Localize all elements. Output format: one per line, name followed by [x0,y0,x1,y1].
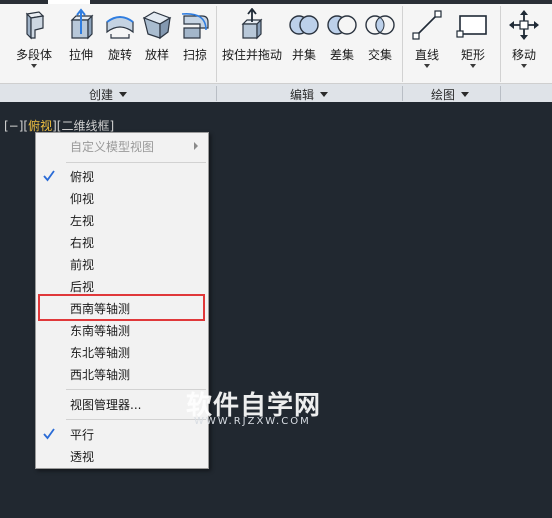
presspull-icon [241,8,263,40]
menu-item-right[interactable]: 右视 [36,231,208,253]
revolve-label: 旋转 [107,48,132,62]
polysolid-button[interactable]: 多段体 [12,8,56,78]
ribbon-tab-strip [0,0,552,4]
watermark-url: WWW.RJZXW.COM [194,416,311,427]
extrude-label: 拉伸 [68,48,93,62]
panel-separator [500,86,501,101]
panel-draw-title[interactable]: 绘图 [431,86,470,103]
polysolid-label: 多段体 [15,48,52,62]
intersect-icon [365,15,395,35]
rectangle-icon [456,15,487,38]
sweep-button[interactable]: 扫掠 [178,8,212,78]
line-icon [412,10,442,40]
menu-separator [66,419,206,420]
panel-create-title[interactable]: 创建 [89,86,128,103]
sweep-icon [181,13,209,39]
panel-separator [216,86,217,101]
subtract-label: 差集 [329,48,354,62]
move-dropdown-icon[interactable] [521,64,527,68]
extrude-icon [70,8,94,40]
union-button[interactable]: 并集 [287,8,321,78]
revolve-button[interactable]: 旋转 [102,8,138,78]
union-label: 并集 [291,48,316,62]
ribbon-separator [500,6,501,82]
menu-item-view-manager[interactable]: 视图管理器... [36,393,208,415]
checkmark-icon [43,170,55,182]
polysolid-dropdown-icon[interactable] [31,64,37,68]
presspull-button[interactable]: 按住并拖动 [220,8,284,78]
line-dropdown-icon[interactable] [424,64,430,68]
move-label: 移动 [511,48,536,62]
line-button[interactable]: 直线 [410,8,444,78]
menu-item-top[interactable]: 俯视 [36,165,208,187]
union-icon [289,15,319,35]
checkmark-icon [43,428,55,440]
line-label: 直线 [414,48,439,62]
loft-label: 放样 [144,48,169,62]
subtract-button[interactable]: 差集 [325,8,359,78]
polysolid-icon [25,11,45,40]
ribbon-panel-bar: 创建 编辑 绘图 [0,83,552,102]
rectangle-dropdown-icon[interactable] [470,64,476,68]
panel-edit-expand-icon [320,92,329,97]
menu-separator [66,389,206,390]
move-icon [509,10,539,40]
rectangle-button[interactable]: 矩形 [456,8,490,78]
menu-separator [66,162,206,163]
panel-draw-expand-icon [461,92,470,97]
menu-item-left[interactable]: 左视 [36,209,208,231]
ribbon-tab-active-marker[interactable] [48,0,90,4]
menu-item-parallel[interactable]: 平行 [36,423,208,445]
menu-item-se-isometric[interactable]: 东南等轴测 [36,319,208,341]
panel-edit-title[interactable]: 编辑 [290,86,329,103]
ribbon: 多段体 拉伸 旋转 放样 扫掠 按住并拖动 并集 差集 交集 直线 矩形 移动 … [0,0,552,102]
subtract-icon [327,15,357,35]
loft-icon [142,11,172,40]
loft-button[interactable]: 放样 [140,8,174,78]
menu-item-custom-model-views: 自定义模型视图 [36,135,208,157]
rectangle-label: 矩形 [460,48,485,62]
view-name[interactable]: 俯视 [28,119,52,133]
panel-separator [402,86,403,101]
menu-item-bottom[interactable]: 仰视 [36,187,208,209]
presspull-label: 按住并拖动 [221,48,282,62]
intersect-button[interactable]: 交集 [363,8,397,78]
sweep-label: 扫掠 [182,48,207,62]
watermark: 软件自学网 WWW.RJZXW.COM [186,385,332,429]
extrude-button[interactable]: 拉伸 [62,8,100,78]
revolve-icon [106,16,134,39]
menu-item-front[interactable]: 前视 [36,253,208,275]
ribbon-separator [216,6,217,82]
menu-item-ne-isometric[interactable]: 东北等轴测 [36,341,208,363]
intersect-label: 交集 [367,48,392,62]
ribbon-separator [402,6,403,82]
panel-create-expand-icon [119,92,128,97]
move-button[interactable]: 移动 [507,8,541,78]
menu-item-perspective[interactable]: 透视 [36,445,208,467]
submenu-arrow-icon [194,142,198,150]
menu-item-nw-isometric[interactable]: 西北等轴测 [36,363,208,385]
highlight-box [38,294,205,321]
